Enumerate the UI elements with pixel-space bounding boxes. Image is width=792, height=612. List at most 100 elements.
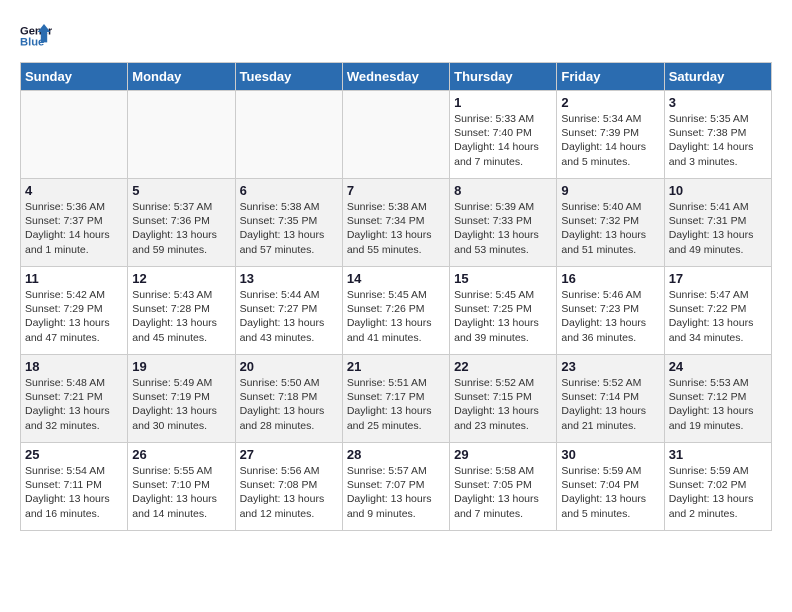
day-info: Sunrise: 5:43 AM Sunset: 7:28 PM Dayligh… xyxy=(132,288,230,345)
day-info: Sunrise: 5:52 AM Sunset: 7:14 PM Dayligh… xyxy=(561,376,659,433)
day-number: 11 xyxy=(25,271,123,286)
day-number: 27 xyxy=(240,447,338,462)
day-info: Sunrise: 5:54 AM Sunset: 7:11 PM Dayligh… xyxy=(25,464,123,521)
calendar-cell: 6 Sunrise: 5:38 AM Sunset: 7:35 PM Daylig… xyxy=(235,179,342,267)
day-info: Sunrise: 5:57 AM Sunset: 7:07 PM Dayligh… xyxy=(347,464,445,521)
day-number: 22 xyxy=(454,359,552,374)
day-number: 5 xyxy=(132,183,230,198)
day-number: 15 xyxy=(454,271,552,286)
day-info: Sunrise: 5:38 AM Sunset: 7:35 PM Dayligh… xyxy=(240,200,338,257)
calendar-cell: 7Sunrise: 5:38 AM Sunset: 7:34 PM Daylig… xyxy=(342,179,449,267)
day-info: Sunrise: 5:59 AM Sunset: 7:04 PM Dayligh… xyxy=(561,464,659,521)
day-info: Sunrise: 5:55 AM Sunset: 7:10 PM Dayligh… xyxy=(132,464,230,521)
calendar: SundayMondayTuesdayWednesdayThursdayFrid… xyxy=(20,62,772,531)
day-info: Sunrise: 5:45 AM Sunset: 7:25 PM Dayligh… xyxy=(454,288,552,345)
calendar-cell: 15 Sunrise: 5:45 AM Sunset: 7:25 PM Dayli… xyxy=(450,267,557,355)
calendar-cell: 30 Sunrise: 5:59 AM Sunset: 7:04 PM Dayli… xyxy=(557,443,664,531)
calendar-cell: 22 Sunrise: 5:52 AM Sunset: 7:15 PM Dayli… xyxy=(450,355,557,443)
day-number: 24 xyxy=(669,359,767,374)
calendar-cell: 20 Sunrise: 5:50 AM Sunset: 7:18 PM Dayli… xyxy=(235,355,342,443)
day-info: Sunrise: 5:49 AM Sunset: 7:19 PM Dayligh… xyxy=(132,376,230,433)
day-number: 28 xyxy=(347,447,445,462)
day-info: Sunrise: 5:47 AM Sunset: 7:22 PM Dayligh… xyxy=(669,288,767,345)
day-info: Sunrise: 5:39 AM Sunset: 7:33 PM Dayligh… xyxy=(454,200,552,257)
day-number: 4 xyxy=(25,183,123,198)
logo: General Blue xyxy=(20,20,52,52)
day-header-wednesday: Wednesday xyxy=(342,63,449,91)
calendar-cell: 11 Sunrise: 5:42 AM Sunset: 7:29 PM Dayli… xyxy=(21,267,128,355)
calendar-cell: 12 Sunrise: 5:43 AM Sunset: 7:28 PM Dayli… xyxy=(128,267,235,355)
day-info: Sunrise: 5:40 AM Sunset: 7:32 PM Dayligh… xyxy=(561,200,659,257)
day-number: 30 xyxy=(561,447,659,462)
day-number: 13 xyxy=(240,271,338,286)
calendar-cell: 9 Sunrise: 5:40 AM Sunset: 7:32 PM Daylig… xyxy=(557,179,664,267)
calendar-cell: 17 Sunrise: 5:47 AM Sunset: 7:22 PM Dayli… xyxy=(664,267,771,355)
day-number: 10 xyxy=(669,183,767,198)
day-info: Sunrise: 5:59 AM Sunset: 7:02 PM Dayligh… xyxy=(669,464,767,521)
calendar-cell: 1 Sunrise: 5:33 AM Sunset: 7:40 PM Daylig… xyxy=(450,91,557,179)
calendar-cell: 31Sunrise: 5:59 AM Sunset: 7:02 PM Dayli… xyxy=(664,443,771,531)
day-info: Sunrise: 5:38 AM Sunset: 7:34 PM Dayligh… xyxy=(347,200,445,257)
calendar-cell: 27 Sunrise: 5:56 AM Sunset: 7:08 PM Dayli… xyxy=(235,443,342,531)
calendar-cell xyxy=(21,91,128,179)
calendar-cell: 8 Sunrise: 5:39 AM Sunset: 7:33 PM Daylig… xyxy=(450,179,557,267)
calendar-cell: 14 Sunrise: 5:45 AM Sunset: 7:26 PM Dayli… xyxy=(342,267,449,355)
header: General Blue xyxy=(20,20,772,52)
day-number: 21 xyxy=(347,359,445,374)
calendar-cell: 19 Sunrise: 5:49 AM Sunset: 7:19 PM Dayli… xyxy=(128,355,235,443)
day-info: Sunrise: 5:42 AM Sunset: 7:29 PM Dayligh… xyxy=(25,288,123,345)
day-number: 17 xyxy=(669,271,767,286)
calendar-cell: 16 Sunrise: 5:46 AM Sunset: 7:23 PM Dayli… xyxy=(557,267,664,355)
day-header-thursday: Thursday xyxy=(450,63,557,91)
day-header-saturday: Saturday xyxy=(664,63,771,91)
day-number: 19 xyxy=(132,359,230,374)
day-info: Sunrise: 5:34 AM Sunset: 7:39 PM Dayligh… xyxy=(561,112,659,169)
calendar-cell xyxy=(235,91,342,179)
day-number: 25 xyxy=(25,447,123,462)
day-info: Sunrise: 5:52 AM Sunset: 7:15 PM Dayligh… xyxy=(454,376,552,433)
day-info: Sunrise: 5:48 AM Sunset: 7:21 PM Dayligh… xyxy=(25,376,123,433)
day-number: 12 xyxy=(132,271,230,286)
calendar-cell: 2Sunrise: 5:34 AM Sunset: 7:39 PM Daylig… xyxy=(557,91,664,179)
day-info: Sunrise: 5:44 AM Sunset: 7:27 PM Dayligh… xyxy=(240,288,338,345)
day-number: 6 xyxy=(240,183,338,198)
day-header-sunday: Sunday xyxy=(21,63,128,91)
calendar-cell: 23Sunrise: 5:52 AM Sunset: 7:14 PM Dayli… xyxy=(557,355,664,443)
calendar-week-row: 18Sunrise: 5:48 AM Sunset: 7:21 PM Dayli… xyxy=(21,355,772,443)
day-info: Sunrise: 5:53 AM Sunset: 7:12 PM Dayligh… xyxy=(669,376,767,433)
day-info: Sunrise: 5:46 AM Sunset: 7:23 PM Dayligh… xyxy=(561,288,659,345)
day-number: 20 xyxy=(240,359,338,374)
day-number: 1 xyxy=(454,95,552,110)
day-info: Sunrise: 5:36 AM Sunset: 7:37 PM Dayligh… xyxy=(25,200,123,257)
day-info: Sunrise: 5:45 AM Sunset: 7:26 PM Dayligh… xyxy=(347,288,445,345)
day-info: Sunrise: 5:51 AM Sunset: 7:17 PM Dayligh… xyxy=(347,376,445,433)
day-info: Sunrise: 5:50 AM Sunset: 7:18 PM Dayligh… xyxy=(240,376,338,433)
logo-icon: General Blue xyxy=(20,20,52,52)
day-info: Sunrise: 5:58 AM Sunset: 7:05 PM Dayligh… xyxy=(454,464,552,521)
day-number: 16 xyxy=(561,271,659,286)
calendar-cell: 21 Sunrise: 5:51 AM Sunset: 7:17 PM Dayli… xyxy=(342,355,449,443)
day-number: 29 xyxy=(454,447,552,462)
calendar-week-row: 11 Sunrise: 5:42 AM Sunset: 7:29 PM Dayli… xyxy=(21,267,772,355)
day-number: 9 xyxy=(561,183,659,198)
calendar-cell xyxy=(128,91,235,179)
calendar-cell: 13 Sunrise: 5:44 AM Sunset: 7:27 PM Dayli… xyxy=(235,267,342,355)
calendar-cell: 28 Sunrise: 5:57 AM Sunset: 7:07 PM Dayli… xyxy=(342,443,449,531)
calendar-cell xyxy=(342,91,449,179)
calendar-week-row: 25 Sunrise: 5:54 AM Sunset: 7:11 PM Dayli… xyxy=(21,443,772,531)
calendar-cell: 4 Sunrise: 5:36 AM Sunset: 7:37 PM Daylig… xyxy=(21,179,128,267)
day-info: Sunrise: 5:56 AM Sunset: 7:08 PM Dayligh… xyxy=(240,464,338,521)
day-number: 14 xyxy=(347,271,445,286)
calendar-week-row: 1 Sunrise: 5:33 AM Sunset: 7:40 PM Daylig… xyxy=(21,91,772,179)
calendar-cell: 18Sunrise: 5:48 AM Sunset: 7:21 PM Dayli… xyxy=(21,355,128,443)
day-info: Sunrise: 5:35 AM Sunset: 7:38 PM Dayligh… xyxy=(669,112,767,169)
day-number: 8 xyxy=(454,183,552,198)
day-header-friday: Friday xyxy=(557,63,664,91)
day-header-tuesday: Tuesday xyxy=(235,63,342,91)
calendar-cell: 26 Sunrise: 5:55 AM Sunset: 7:10 PM Dayli… xyxy=(128,443,235,531)
day-number: 3 xyxy=(669,95,767,110)
calendar-cell: 25 Sunrise: 5:54 AM Sunset: 7:11 PM Dayli… xyxy=(21,443,128,531)
calendar-cell: 10Sunrise: 5:41 AM Sunset: 7:31 PM Dayli… xyxy=(664,179,771,267)
day-info: Sunrise: 5:33 AM Sunset: 7:40 PM Dayligh… xyxy=(454,112,552,169)
day-number: 26 xyxy=(132,447,230,462)
